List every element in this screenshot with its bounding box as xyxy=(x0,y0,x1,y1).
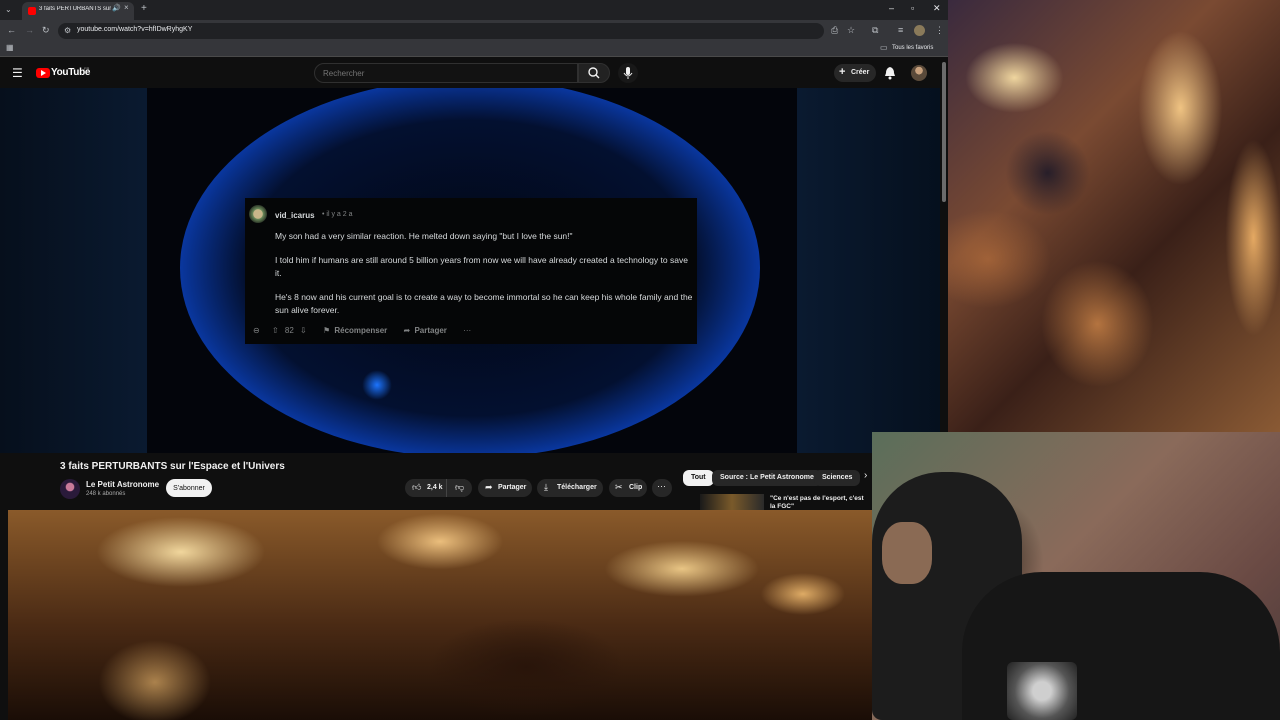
chrome-menu-icon[interactable]: ⋮ xyxy=(935,25,944,36)
bookmarks-bar: ▦ ▭ Tous les favoris xyxy=(0,42,948,57)
tab-close-icon[interactable]: × xyxy=(124,3,129,12)
thumbs-up-icon: 👍︎ xyxy=(412,482,422,492)
streamer-face xyxy=(882,522,932,584)
clip-label: Clip xyxy=(629,484,643,491)
search-button[interactable] xyxy=(578,63,610,83)
collapse-icon: ⊖ xyxy=(253,326,260,335)
channel-avatar[interactable] xyxy=(60,479,80,499)
scissors-icon: ✂ xyxy=(615,482,623,492)
share-button[interactable]: ➦ Partager xyxy=(478,479,532,497)
share-label: Partager xyxy=(498,484,527,491)
voice-search-button[interactable] xyxy=(618,63,638,83)
search-input[interactable] xyxy=(314,63,578,83)
stream-artwork-right xyxy=(948,0,1280,432)
all-bookmarks-link[interactable]: Tous les favoris xyxy=(892,45,933,51)
download-button[interactable]: ⤓ Télécharger xyxy=(537,479,603,497)
more-horizontal-icon: ··· xyxy=(657,481,666,491)
profile-avatar[interactable] xyxy=(914,25,925,36)
comment-score: 82 xyxy=(284,326,294,335)
create-button[interactable]: + Créer xyxy=(834,64,876,82)
shirt-print xyxy=(1007,662,1077,720)
more-icon: ··· xyxy=(463,326,472,335)
reddit-comment-overlay: vid_icarus • il y a 2 a My son had a ver… xyxy=(245,198,697,344)
chip-all[interactable]: Tout xyxy=(683,470,714,486)
bell-icon xyxy=(885,67,895,80)
comment-paragraph: My son had a very similar reaction. He m… xyxy=(275,231,573,241)
webcam-feed xyxy=(872,432,1280,720)
folder-icon: ▭ xyxy=(880,43,888,52)
thumbs-down-icon: 👎︎ xyxy=(455,482,465,492)
upvote-icon: ⇧ xyxy=(271,326,279,335)
address-bar[interactable]: ⚙ youtube.com/watch?v=hfIDwRyhgKY xyxy=(58,23,824,39)
region-code: FR xyxy=(84,66,90,71)
comment-paragraph: I told him if humans are still around 5 … xyxy=(275,255,688,278)
video-player[interactable]: vid_icarus • il y a 2 a My son had a ver… xyxy=(0,88,940,453)
subscriber-count: 248 k abonnés xyxy=(86,491,126,497)
search-icon xyxy=(588,67,600,79)
comment-share-label: Partager xyxy=(414,326,447,335)
award-label: Récompenser xyxy=(334,326,388,335)
download-label: Télécharger xyxy=(557,484,597,491)
youtube-favicon-icon xyxy=(28,7,36,15)
stream-artwork-bottom xyxy=(8,510,872,720)
plus-icon: + xyxy=(839,66,846,78)
comment-paragraph: He's 8 now and his current goal is to cr… xyxy=(275,292,693,315)
youtube-play-icon xyxy=(41,70,46,76)
download-icon: ⤓ xyxy=(544,482,548,492)
forward-icon[interactable]: → xyxy=(25,25,34,35)
video-title: 3 faits PERTURBANTS sur l'Espace et l'Un… xyxy=(60,461,285,472)
more-actions-button[interactable]: ··· xyxy=(652,479,672,497)
share-arrow-icon: ➦ xyxy=(403,326,411,335)
commenter-avatar xyxy=(249,205,267,223)
award-icon: ⚑ xyxy=(322,326,331,335)
tab-list-icon[interactable]: ⌄ xyxy=(5,5,12,14)
window-close-icon[interactable]: ✕ xyxy=(933,3,941,14)
reload-icon[interactable]: ↻ xyxy=(42,25,50,36)
like-count: 2,4 k xyxy=(427,484,443,491)
recommendation-title[interactable]: "Ce n'est pas de l'esport, c'est la FGC" xyxy=(770,495,870,511)
notifications-button[interactable] xyxy=(884,66,896,85)
video-sun-flare xyxy=(362,370,392,400)
site-info-icon[interactable]: ⚙ xyxy=(64,26,71,35)
chip-sciences[interactable]: Sciences xyxy=(814,470,861,486)
video-blurred-side-right xyxy=(797,88,940,453)
hamburger-menu-icon[interactable]: ☰ xyxy=(12,66,23,80)
media-control-icon[interactable]: ≡ xyxy=(898,25,903,35)
dislike-button[interactable]: 👎︎ xyxy=(446,479,472,497)
bookmark-star-icon[interactable]: ☆ xyxy=(847,25,855,36)
tab-title: 3 faits PERTURBANTS sur l'Es xyxy=(39,6,111,12)
clip-button[interactable]: ✂ Clip xyxy=(609,479,647,497)
create-label: Créer xyxy=(851,69,870,76)
microphone-icon xyxy=(623,67,633,79)
subscribe-button[interactable]: S'abonner xyxy=(166,479,212,497)
new-tab-icon[interactable]: + xyxy=(141,3,147,14)
recommendation-thumbnail[interactable] xyxy=(700,494,764,510)
downvote-icon: ⇩ xyxy=(300,326,307,335)
comment-username: vid_icarus xyxy=(275,211,315,220)
comment-actions: ⊖ ⇧ 82 ⇩ ⚑ Récompenser ➦ Partager ··· xyxy=(253,326,471,335)
install-app-icon[interactable]: ⎙ xyxy=(831,25,838,36)
chips-next-icon[interactable]: › xyxy=(864,470,867,481)
scrollbar-thumb[interactable] xyxy=(942,62,946,202)
share-icon: ➦ xyxy=(485,482,493,492)
speaker-icon[interactable]: 🔊 xyxy=(112,4,121,12)
video-blurred-side-left xyxy=(0,88,147,453)
back-icon[interactable]: ← xyxy=(7,25,16,35)
extensions-icon[interactable]: ⧉ xyxy=(872,25,878,36)
chip-source[interactable]: Source : Le Petit Astronome xyxy=(712,470,822,486)
apps-grid-icon[interactable]: ▦ xyxy=(6,43,14,52)
comment-time: • il y a 2 a xyxy=(322,211,353,218)
maximize-icon[interactable]: ▫ xyxy=(911,3,914,13)
address-url: youtube.com/watch?v=hfIDwRyhgKY xyxy=(77,26,193,33)
minimize-icon[interactable]: – xyxy=(889,3,894,13)
browser-tab-active[interactable]: 3 faits PERTURBANTS sur l'Es 🔊 × xyxy=(22,2,134,20)
channel-name[interactable]: Le Petit Astronome xyxy=(86,480,159,489)
account-avatar[interactable] xyxy=(911,65,927,81)
